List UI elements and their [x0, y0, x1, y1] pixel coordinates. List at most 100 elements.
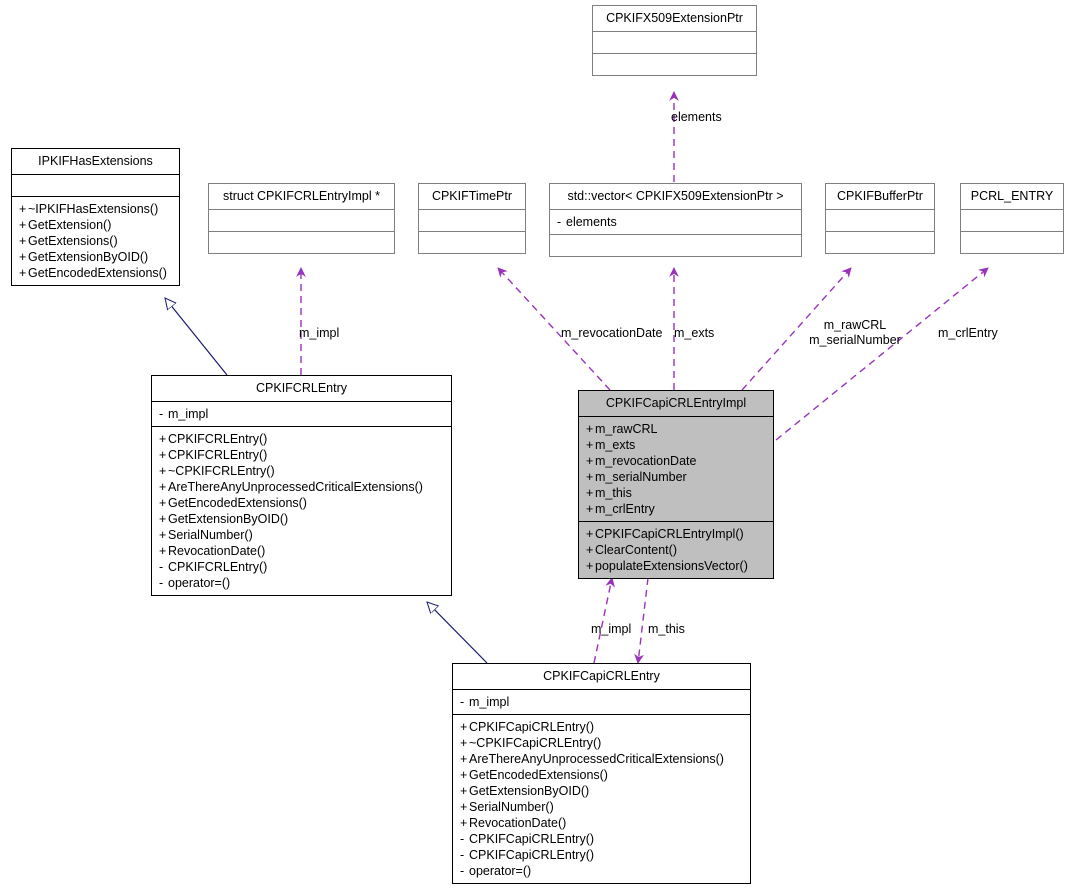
class-box-capi-crl-entry-impl[interactable]: CPKIFCapiCRLEntryImpl + m_rawCRL + m_exts …	[578, 390, 774, 579]
attribute-label: m_serialNumber	[595, 470, 687, 484]
visibility-marker: +	[460, 816, 468, 830]
operation-label: AreThereAnyUnprocessedCriticalExtensions…	[168, 480, 423, 494]
edge-label-m-raw-crl-serial-number: m_rawCRL m_serialNumber	[802, 318, 908, 349]
visibility-marker: +	[159, 496, 167, 510]
operation-label: GetExtensions()	[28, 234, 118, 248]
visibility-marker: +	[460, 784, 468, 798]
edge-label-m-this: m_this	[648, 622, 685, 636]
edge-label-m-impl-capi: m_impl	[591, 622, 632, 636]
visibility-marker: +	[159, 480, 167, 494]
class-attributes	[12, 174, 179, 196]
operation-label: GetExtensionByOID()	[28, 250, 149, 264]
class-title: CPKIFX509ExtensionPtr	[606, 11, 743, 25]
edge-label-elements: elements	[671, 110, 722, 124]
class-attributes: + m_rawCRL + m_exts + m_revocationDate + m_s…	[579, 416, 773, 521]
attribute-label: m_crlEntry	[595, 502, 655, 516]
operation-label: CPKIFCRLEntry()	[168, 448, 268, 462]
visibility-marker: +	[19, 202, 27, 216]
class-box-capi-crl-entry[interactable]: CPKIFCapiCRLEntry - m_impl + CPKIFCapiCRLE…	[452, 663, 751, 884]
class-box-vector-x509-extension-ptr[interactable]: std::vector< CPKIFX509ExtensionPtr > - el…	[549, 183, 802, 257]
operation-label: AreThereAnyUnprocessedCriticalExtensions…	[469, 752, 724, 766]
class-title: CPKIFTimePtr	[431, 189, 513, 203]
operation-label: ~IPKIFHasExtensions()	[28, 202, 159, 216]
class-operations	[826, 231, 934, 253]
class-box-x509-extension-ptr[interactable]: CPKIFX509ExtensionPtr	[592, 5, 757, 76]
edge-m-this	[634, 577, 649, 664]
operation-label: operator=()	[168, 576, 231, 590]
attribute-label: m_impl	[469, 695, 510, 709]
visibility-marker: +	[460, 768, 468, 782]
operation-row: + RevocationDate()	[460, 815, 744, 831]
visibility-marker: +	[586, 470, 594, 484]
visibility-marker: +	[19, 218, 27, 232]
attribute-label: m_exts	[595, 438, 636, 452]
operation-row: + RevocationDate()	[159, 543, 445, 559]
operation-label: CPKIFCRLEntry()	[168, 560, 268, 574]
class-attributes: - m_impl	[453, 689, 750, 714]
visibility-marker: +	[460, 736, 468, 750]
class-box-ipkif-has-extensions[interactable]: IPKIFHasExtensions + ~IPKIFHasExtensions(…	[11, 148, 180, 286]
edge-label-m-impl-crl-entry: m_impl	[299, 326, 340, 340]
class-box-buffer-ptr[interactable]: CPKIFBufferPtr	[825, 183, 935, 254]
operation-row: - CPKIFCapiCRLEntry()	[460, 847, 744, 863]
class-title: CPKIFCapiCRLEntry	[543, 669, 660, 683]
class-box-time-ptr[interactable]: CPKIFTimePtr	[418, 183, 526, 254]
class-box-pcrl-entry[interactable]: PCRL_ENTRY	[960, 183, 1064, 254]
class-operations	[209, 231, 394, 253]
operation-row: + GetEncodedExtensions()	[19, 265, 173, 281]
operation-row: - operator=()	[159, 575, 445, 591]
operation-label: CPKIFCapiCRLEntryImpl()	[595, 527, 744, 541]
operation-label: RevocationDate()	[168, 544, 266, 558]
visibility-marker: +	[159, 464, 167, 478]
operation-row: + GetExtensions()	[19, 233, 173, 249]
edge-inherit-capi-crl-entry	[427, 602, 488, 664]
class-operations: + CPKIFCRLEntry() + CPKIFCRLEntry() + ~CPKI…	[152, 426, 451, 595]
operation-label: CPKIFCapiCRLEntry()	[469, 848, 595, 862]
class-attributes	[961, 209, 1063, 231]
visibility-marker: +	[586, 454, 594, 468]
visibility-marker: +	[159, 528, 167, 542]
attribute-row: + m_this	[586, 485, 767, 501]
operation-row: - CPKIFCapiCRLEntry()	[460, 831, 744, 847]
attribute-row: - m_impl	[159, 406, 445, 422]
class-box-crl-entry[interactable]: CPKIFCRLEntry - m_impl + CPKIFCRLEntry() +…	[151, 375, 452, 596]
class-attributes	[209, 209, 394, 231]
visibility-marker: +	[586, 543, 594, 557]
visibility-marker: -	[159, 560, 164, 574]
operation-row: + ClearContent()	[586, 542, 767, 558]
attribute-label: m_revocationDate	[595, 454, 697, 468]
class-title: CPKIFBufferPtr	[837, 189, 923, 203]
attribute-label: m_this	[595, 486, 632, 500]
attribute-row: + m_revocationDate	[586, 453, 767, 469]
visibility-marker: +	[19, 250, 27, 264]
operation-row: + GetEncodedExtensions()	[159, 495, 445, 511]
operation-row: - CPKIFCRLEntry()	[159, 559, 445, 575]
visibility-marker: +	[586, 438, 594, 452]
operation-label: SerialNumber()	[469, 800, 554, 814]
operation-label: ClearContent()	[595, 543, 677, 557]
operation-label: GetExtension()	[28, 218, 112, 232]
visibility-marker: +	[460, 720, 468, 734]
class-operations	[419, 231, 525, 253]
operation-row: + ~CPKIFCRLEntry()	[159, 463, 445, 479]
edge-label-m-exts: m_exts	[674, 326, 715, 340]
operation-label: populateExtensionsVector()	[595, 559, 748, 573]
class-operations: + ~IPKIFHasExtensions() + GetExtension() +…	[12, 196, 179, 285]
class-box-crl-entry-impl-struct[interactable]: struct CPKIFCRLEntryImpl *	[208, 183, 395, 254]
attribute-row: + m_exts	[586, 437, 767, 453]
visibility-marker: -	[460, 848, 465, 862]
operation-row: + GetExtension()	[19, 217, 173, 233]
visibility-marker: -	[460, 695, 465, 709]
operation-row: + CPKIFCRLEntry()	[159, 447, 445, 463]
operation-row: + ~IPKIFHasExtensions()	[19, 201, 173, 217]
visibility-marker: -	[159, 576, 164, 590]
class-attributes	[826, 209, 934, 231]
visibility-marker: +	[586, 422, 594, 436]
operation-label: CPKIFCapiCRLEntry()	[469, 832, 595, 846]
edge-label-m-raw-crl-line: m_rawCRL	[823, 318, 887, 332]
operation-row: + GetExtensionByOID()	[19, 249, 173, 265]
uml-class-diagram: CPKIFX509ExtensionPtr IPKIFHasExtensions…	[0, 0, 1069, 891]
attribute-label: elements	[566, 215, 617, 229]
class-title: CPKIFCapiCRLEntryImpl	[605, 396, 747, 410]
visibility-marker: -	[159, 407, 164, 421]
